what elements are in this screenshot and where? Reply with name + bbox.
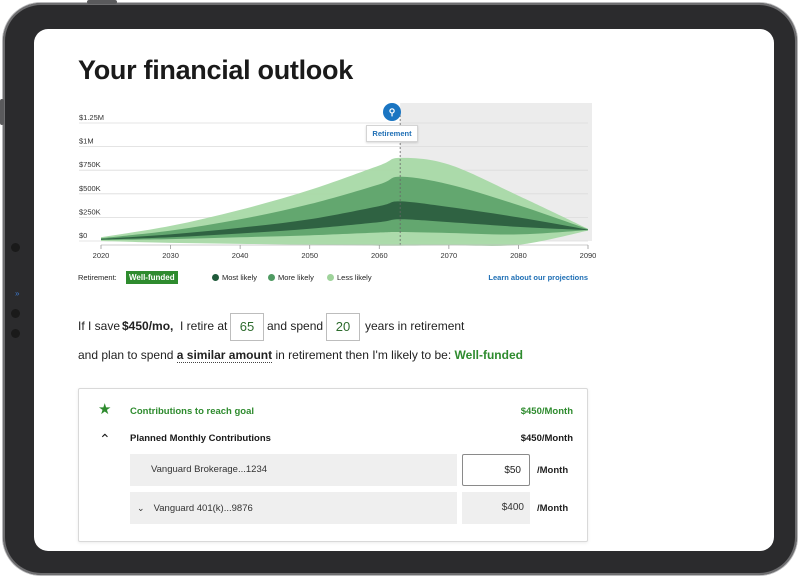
brokerage-amount-input[interactable]: $50 (462, 454, 530, 486)
x-tick-label: 2040 (232, 251, 249, 260)
savings-amount[interactable]: $450/mo, (122, 319, 173, 333)
side-dot-3 (11, 329, 20, 338)
volume-button (0, 99, 4, 125)
goal-row: ★ Contributions to reach goal $450/Month (79, 401, 587, 421)
per-month-label: /Month (537, 465, 569, 476)
legend-item-most: Most likely (222, 273, 258, 282)
x-tick-label: 2050 (301, 251, 318, 260)
401k-amount[interactable]: $400 (462, 492, 530, 524)
retirement-years-input[interactable]: 20 (326, 313, 360, 341)
chevron-down-icon[interactable]: ⌄ (137, 492, 151, 524)
sentence-text: in retirement then I'm likely to be: (275, 348, 452, 362)
legend-dot-more (268, 274, 275, 281)
per-month-label: /Month (537, 503, 569, 514)
outlook-sentence: and plan to spend a similar amount in re… (78, 348, 523, 363)
learn-projections-link[interactable]: Learn about our projections (488, 273, 588, 282)
sentence-text: and spend (267, 319, 324, 333)
account-row-401k[interactable]: ⌄ Vanguard 401(k)...9876 (130, 492, 457, 524)
side-dot-2 (11, 309, 20, 318)
outlook-status: Well-funded (454, 348, 523, 362)
y-tick-label: $1.25M (79, 113, 104, 122)
x-tick-label: 2060 (371, 251, 388, 260)
planned-value: $450/Month (520, 433, 573, 444)
savings-sentence: If I save $450/mo, I retire at 65 and sp… (78, 313, 558, 341)
y-tick-label: $500K (79, 184, 101, 193)
top-button (87, 0, 117, 4)
legend-item-less: Less likely (337, 273, 372, 282)
y-tick-label: $250K (79, 207, 101, 216)
chart-legend: Retirement: Well-funded Most likely More… (78, 271, 588, 285)
legend-retirement-label: Retirement: (78, 273, 117, 282)
x-tick-label: 2090 (580, 251, 597, 260)
side-indicator: » (15, 289, 20, 298)
chevron-up-icon[interactable]: ⌃ (99, 431, 111, 448)
goal-label: Contributions to reach goal (130, 406, 255, 417)
retirement-label: Retirement (366, 125, 418, 142)
x-tick-label: 2030 (162, 251, 179, 260)
y-tick-label: $1M (79, 137, 94, 146)
sentence-text: years in retirement (365, 319, 465, 333)
sentence-text: If I save (78, 319, 121, 333)
planned-label: Planned Monthly Contributions (130, 433, 271, 444)
tablet-frame: » Your financial outlook $0 $250K $500K $75… (0, 0, 797, 575)
account-name: Vanguard Brokerage...1234 (151, 464, 268, 475)
y-tick-label: $750K (79, 160, 101, 169)
retirement-person-icon[interactable]: ⚲ (383, 103, 401, 121)
x-tick-label: 2080 (510, 251, 527, 260)
x-tick-label: 2020 (93, 251, 110, 260)
x-tick-label: 2070 (441, 251, 458, 260)
legend-dot-most (212, 274, 219, 281)
legend-dot-less (327, 274, 334, 281)
account-row-brokerage: Vanguard Brokerage...1234 (130, 454, 457, 486)
sentence-text: and plan to spend (78, 348, 174, 362)
y-tick-label: $0 (79, 231, 87, 240)
spend-level-selector[interactable]: a similar amount (176, 348, 273, 363)
contributions-panel: ★ Contributions to reach goal $450/Month… (78, 388, 588, 542)
status-badge: Well-funded (126, 271, 178, 284)
planned-row[interactable]: ⌃ Planned Monthly Contributions $450/Mon… (79, 430, 587, 448)
star-icon: ★ (98, 401, 112, 418)
sentence-text: I retire at (180, 319, 228, 333)
side-dot-1 (11, 243, 20, 252)
app-screen: Your financial outlook $0 $250K $500K $750K… (34, 29, 774, 551)
goal-value: $450/Month (520, 406, 573, 417)
retire-age-input[interactable]: 65 (230, 313, 264, 341)
account-name: Vanguard 401(k)...9876 (153, 503, 253, 514)
legend-item-more: More likely (278, 273, 314, 282)
projection-chart: $0 $250K $500K $750K $1M $1.25M 2020 2030 2040 20… (79, 103, 597, 260)
